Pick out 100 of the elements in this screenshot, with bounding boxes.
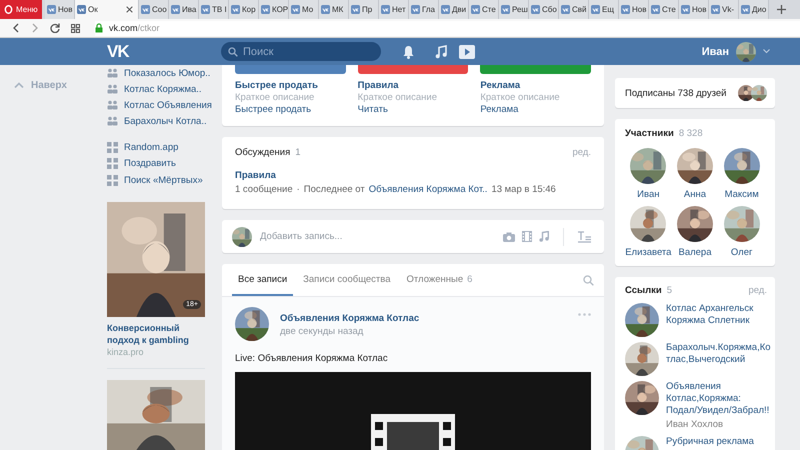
member-name[interactable]: Елизавета	[625, 247, 672, 258]
browser-tab[interactable]: Сте	[649, 0, 679, 19]
browser-tab[interactable]: Сте	[469, 0, 499, 19]
browser-tab[interactable]: Дио	[739, 0, 769, 19]
member-name[interactable]: Валера	[678, 247, 712, 258]
favicon-icon	[561, 5, 570, 14]
browser-tab[interactable]: КОР	[259, 0, 289, 19]
post-time: 13 мар в 15:46	[491, 183, 556, 197]
caret-up-icon	[14, 82, 24, 88]
menu-item[interactable]: Барахолыч Котла..	[107, 113, 207, 130]
browser-tab[interactable]: Свй	[559, 0, 589, 19]
browser-tab[interactable]: Ок	[75, 0, 139, 19]
favicon-icon	[291, 5, 300, 14]
wall-tab[interactable]: Записи сообщества	[297, 264, 397, 296]
tile-link[interactable]: Быстрее продать	[235, 104, 346, 116]
browser-tab[interactable]: Нов	[679, 0, 709, 19]
count: 8 328	[678, 128, 703, 139]
vk-logo[interactable]: VK	[107, 42, 131, 62]
ad-domain: kinza.pro	[107, 346, 145, 358]
forward-icon[interactable]	[31, 23, 39, 33]
topic-title[interactable]: Правила	[235, 169, 591, 183]
menu-item[interactable]: Котлас Коряжма..	[107, 81, 202, 98]
link-title[interactable]: Котлас Архангельск Коряжма Сплетник	[666, 303, 774, 327]
browser-tab[interactable]: Пр	[349, 0, 379, 19]
member-name[interactable]: Иван	[637, 189, 660, 200]
link-title[interactable]: Объявления Котлас,Коряжма: Подал/Увидел/Забрал!!	[666, 381, 774, 417]
favicon-icon	[261, 5, 270, 14]
section-title: Обсуждения	[235, 146, 290, 158]
group-icon	[107, 100, 118, 110]
favicon-icon	[471, 5, 480, 14]
text-format-icon[interactable]	[578, 230, 591, 242]
browser-tab[interactable]: Дви	[439, 0, 469, 19]
speed-dial-icon[interactable]	[71, 24, 80, 32]
apps-icon	[107, 174, 118, 186]
menu-item[interactable]: Поздравить	[107, 156, 176, 172]
back-icon[interactable]	[12, 23, 20, 33]
browser-tab[interactable]: Ещ	[589, 0, 619, 19]
camera-icon[interactable]	[503, 232, 515, 242]
browser-tab[interactable]: Ива	[169, 0, 199, 19]
tile-title[interactable]: Правила	[358, 80, 468, 92]
browser-tab[interactable]: Гла	[409, 0, 439, 19]
link-title[interactable]: Барахолыч.Коряжма,Котлас,Вычегодский	[666, 342, 774, 366]
author-link[interactable]: Объявления Коряжма Кот..	[368, 183, 488, 197]
menu-item[interactable]: Random.app	[107, 140, 178, 156]
music-icon[interactable]	[539, 231, 549, 242]
favicon-icon	[681, 5, 690, 14]
favicon-icon	[381, 5, 390, 14]
favicon-icon	[591, 5, 600, 14]
post-text: Live: Объявления Коряжма Котлас	[235, 353, 389, 365]
tile-link[interactable]: Читать	[358, 104, 468, 116]
address-field[interactable]: vk.com/ctkor	[95, 20, 800, 36]
reload-icon[interactable]	[50, 23, 60, 33]
tile-description: Краткое описание	[358, 92, 438, 104]
play-icon[interactable]	[459, 44, 475, 58]
count: 1	[295, 146, 301, 158]
favicon-icon	[531, 5, 540, 14]
favicon-icon	[411, 5, 420, 14]
browser-tab[interactable]: Сбо	[529, 0, 559, 19]
browser-tab[interactable]: Кор	[229, 0, 259, 19]
apps-icon	[107, 142, 118, 154]
member-name[interactable]: Максим	[724, 189, 759, 200]
favicon-icon	[231, 5, 240, 14]
tile-link[interactable]: Реклама	[480, 104, 592, 116]
link-title[interactable]: Рубричная реклама	[666, 436, 774, 448]
post-author[interactable]: Объявления Коряжма Котлас	[280, 312, 420, 325]
film-icon[interactable]	[522, 231, 532, 242]
browser-tab[interactable]: Нов	[45, 0, 75, 19]
browser-tab[interactable]: Vk-	[709, 0, 739, 19]
browser-tab[interactable]: МК	[319, 0, 349, 19]
menu-item[interactable]: Котлас Объявления	[107, 97, 212, 114]
menu-item[interactable]: Показалось Юмор..	[107, 65, 210, 82]
close-icon[interactable]	[126, 6, 133, 13]
browser-tab[interactable]: Нов	[619, 0, 649, 19]
browser-tab[interactable]: Соо	[139, 0, 169, 19]
new-tab-icon[interactable]	[777, 5, 786, 14]
browser-tab[interactable]: Нет	[379, 0, 409, 19]
chevron-down-icon[interactable]	[763, 49, 770, 54]
favicon-icon	[501, 5, 510, 14]
ad-title[interactable]: Конверсионный подход к gambling	[107, 322, 210, 346]
search-field[interactable]: Поиск	[221, 42, 381, 61]
member-name[interactable]: Олег	[730, 247, 752, 258]
favicon-icon	[47, 5, 56, 14]
favicon-icon	[711, 5, 720, 14]
music-icon[interactable]	[435, 44, 447, 58]
favicon-icon	[351, 5, 360, 14]
member-name[interactable]: Анна	[684, 189, 706, 200]
bell-icon[interactable]	[402, 44, 415, 58]
browser-tab[interactable]: Реш	[499, 0, 529, 19]
menu-item[interactable]: Поиск «Мёртвых»	[107, 172, 203, 188]
browser-tab[interactable]: ТВ I	[199, 0, 229, 19]
tile-description: Краткое описание	[235, 92, 316, 104]
menu-button[interactable]: Меню	[0, 0, 42, 19]
favicon-icon	[141, 5, 150, 14]
user-name[interactable]: Иван	[702, 46, 729, 58]
tile-title[interactable]: Быстрее продать	[235, 80, 346, 92]
tile-description: Краткое описание	[480, 92, 561, 104]
tile-title[interactable]: Реклама	[480, 80, 592, 92]
link-subtitle: Иван Хохлов	[666, 419, 724, 431]
browser-tab[interactable]: Мо	[289, 0, 319, 19]
wall-tab[interactable]: Отложенные 6	[400, 264, 478, 296]
